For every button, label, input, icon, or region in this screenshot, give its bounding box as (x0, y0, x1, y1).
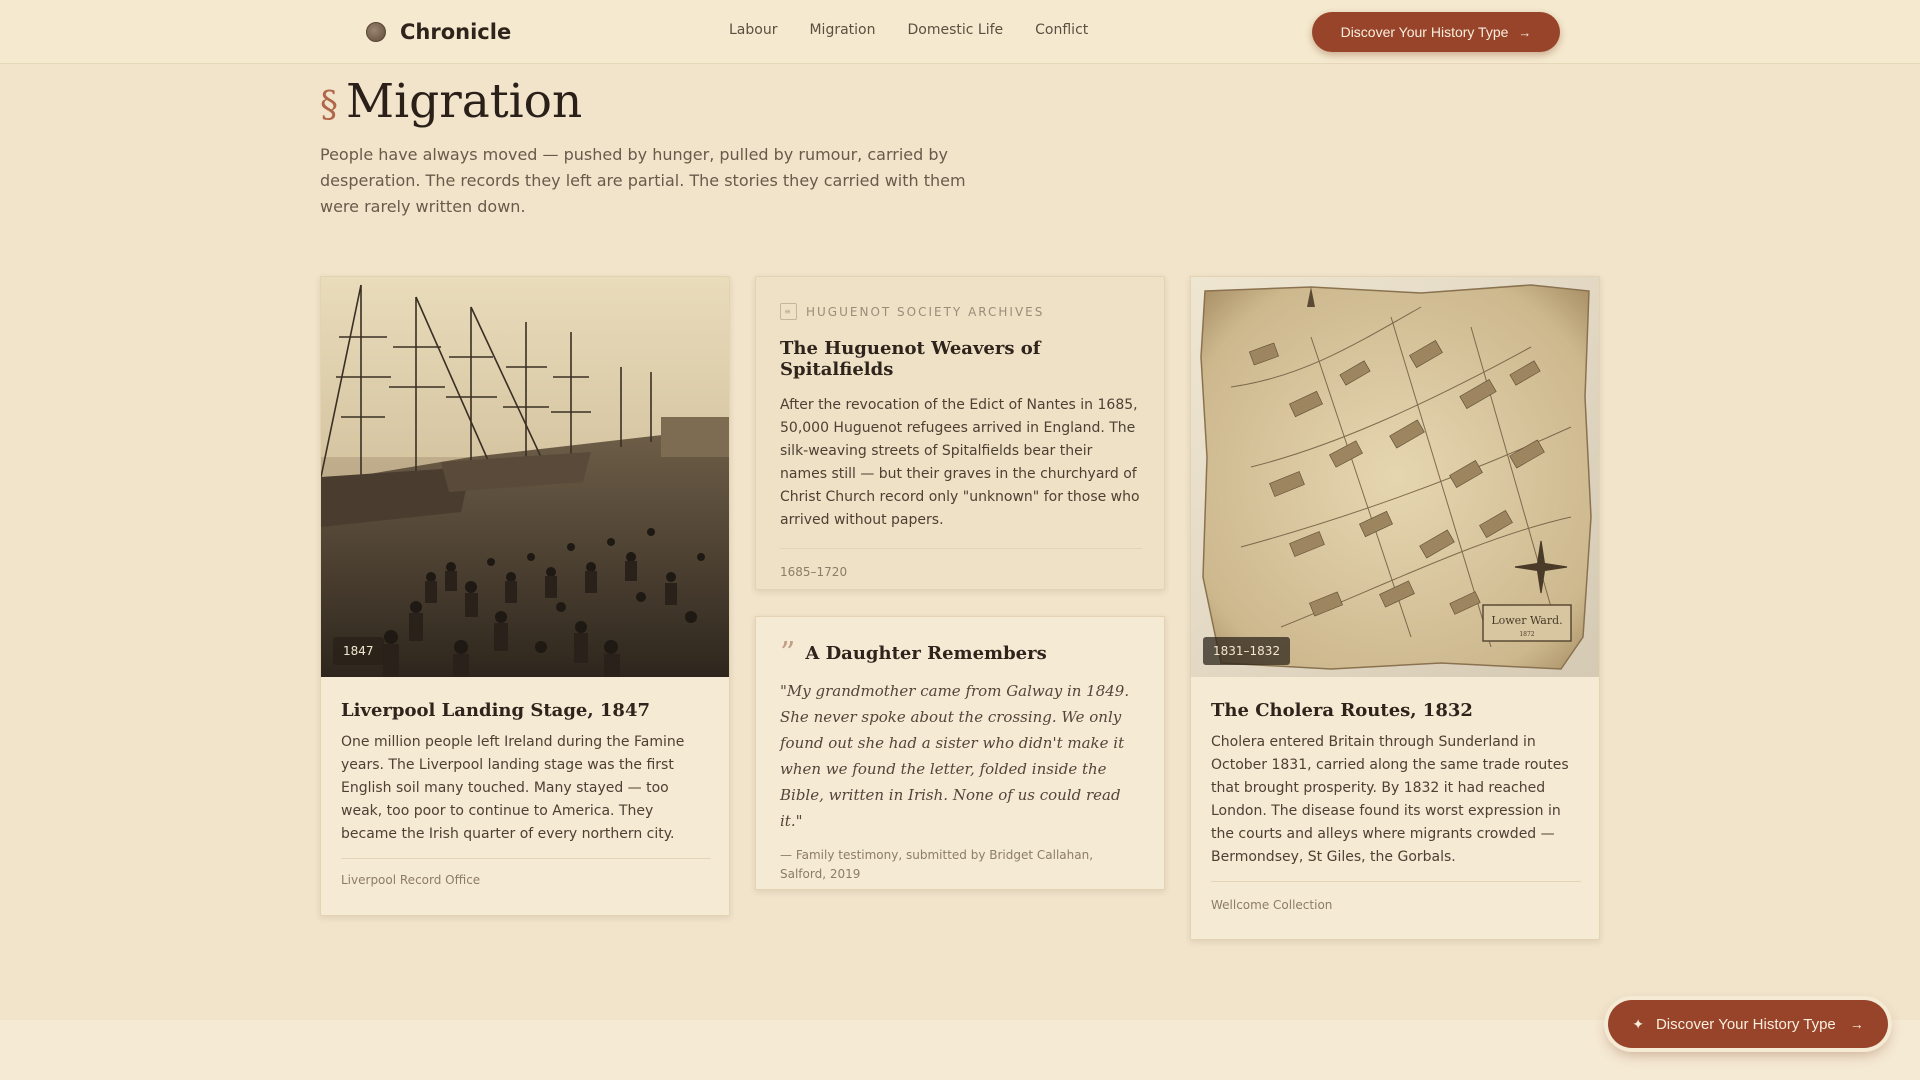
logo-text: Chronicle (400, 20, 512, 44)
archive-label: ≡ HUGUENOT SOCIETY ARCHIVES (780, 303, 1142, 320)
archive-name: HUGUENOT SOCIETY ARCHIVES (806, 304, 1045, 319)
quote-heading: ” A Daughter Remembers (780, 635, 1142, 671)
map-cartouche-year: 1872 (1519, 631, 1534, 638)
floating-discover-label: Discover Your History Type (1655, 1015, 1836, 1033)
old-map-image: Lower Ward. 1872 1831–1832 (1191, 277, 1599, 677)
card-title: A Daughter Remembers (805, 643, 1047, 664)
harbor-scene-illustration (321, 277, 729, 677)
card-title: The Huguenot Weavers of Spitalfields (780, 338, 1041, 380)
main-nav: Labour Migration Domestic Life Conflict (729, 22, 1120, 38)
card-title: Liverpool Landing Stage, 1847 (341, 700, 651, 721)
liverpool-ships-photo: 1847 (321, 277, 729, 677)
card-body: After the revocation of the Edict of Nan… (780, 397, 1140, 528)
card-source: Liverpool Record Office (341, 873, 481, 887)
header-discover-label: Discover Your History Type (1340, 24, 1509, 40)
floating-discover-button[interactable]: ✦ Discover Your History Type → (1608, 1000, 1888, 1048)
quote-attribution: — Family testimony, submitted by Bridget… (780, 848, 1094, 881)
card-body: Cholera entered Britain through Sunderla… (1211, 734, 1569, 865)
card-cholera[interactable]: Lower Ward. 1872 1831–1832 The Cholera R… (1190, 276, 1600, 940)
nav-link-domestic-life[interactable]: Domestic Life (907, 22, 1003, 38)
section-title: Migration (346, 74, 583, 129)
nav-link-migration[interactable]: Migration (809, 22, 875, 38)
arrow-right-icon: → (1849, 1016, 1864, 1032)
card-divider (341, 858, 711, 859)
top-header: Chronicle Labour Migration Domestic Life… (0, 0, 1920, 64)
card-daughter-remembers[interactable]: ” A Daughter Remembers "My grandmother c… (755, 616, 1165, 890)
quote-text: "My grandmother came from Galway in 1849… (780, 682, 1130, 830)
nav-link-conflict[interactable]: Conflict (1035, 22, 1088, 38)
card-huguenot[interactable]: ≡ HUGUENOT SOCIETY ARCHIVES The Huguenot… (755, 276, 1165, 590)
header-discover-button[interactable]: Discover Your History Type → (1312, 12, 1560, 52)
map-cartouche-title: Lower Ward. (1491, 614, 1562, 627)
card-divider (780, 548, 1142, 549)
parchment-map-illustration: Lower Ward. 1872 (1191, 277, 1599, 677)
globe-logo-icon (366, 22, 386, 42)
card-divider (1211, 881, 1581, 882)
date-badge: 1847 (333, 637, 384, 665)
card-title: The Cholera Routes, 1832 (1211, 700, 1473, 721)
card-source: Wellcome Collection (1211, 898, 1333, 912)
card-dates: 1685–1720 (780, 565, 848, 579)
nav-link-labour[interactable]: Labour (729, 22, 777, 38)
section-mark: § (320, 85, 338, 126)
section-heading: § Migration (320, 74, 582, 129)
date-badge: 1831–1832 (1203, 637, 1291, 665)
arrow-right-icon: → (1518, 24, 1532, 40)
card-liverpool[interactable]: 1847 Liverpool Landing Stage, 1847 One m… (320, 276, 730, 916)
section-intro: People have always moved — pushed by hun… (320, 145, 966, 216)
card-body: One million people left Ireland during t… (341, 734, 685, 842)
document-icon: ≡ (780, 303, 797, 320)
quote-icon: ” (780, 635, 796, 671)
logo[interactable]: Chronicle (366, 20, 511, 44)
sparkle-icon: ✦ (1632, 1015, 1644, 1032)
